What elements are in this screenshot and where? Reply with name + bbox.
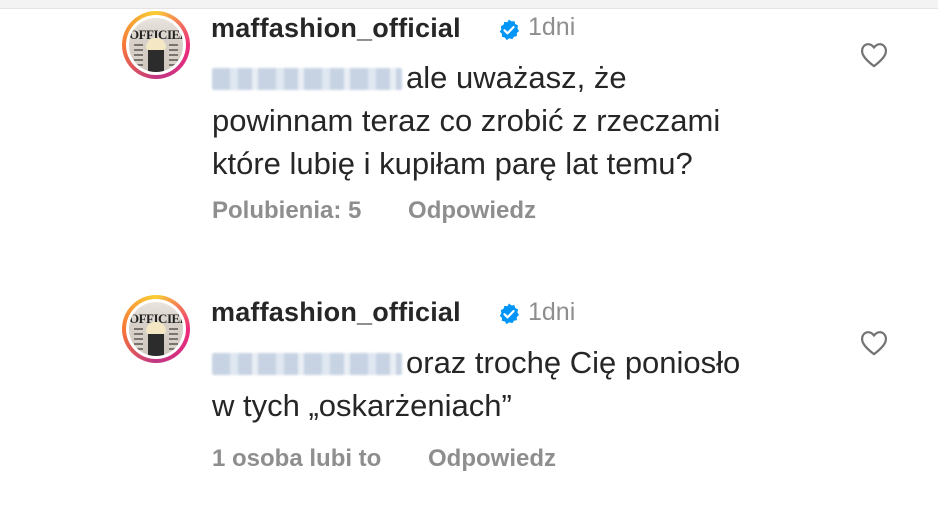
comment-text: ale uważasz, że powinnam teraz co zrobić…: [212, 60, 721, 181]
avatar-image: OFFICIEL: [129, 18, 183, 72]
likes-count[interactable]: 1 osoba lubi to: [212, 445, 381, 473]
comment-time[interactable]: 1dni: [528, 13, 575, 42]
reply-button[interactable]: Odpowiedz: [428, 445, 556, 473]
blurred-mention[interactable]: [212, 68, 402, 90]
comment: OFFICIEL maffashion_official 1dni ale uw…: [0, 0, 938, 258]
likes-count[interactable]: Polubienia: 5: [212, 197, 361, 225]
blurred-mention[interactable]: [212, 353, 402, 375]
comment-meta: Polubienia: 5 Odpowiedz: [212, 197, 536, 225]
heart-icon[interactable]: [860, 42, 888, 68]
reply-button[interactable]: Odpowiedz: [408, 197, 536, 225]
verified-badge-icon: [499, 303, 519, 325]
comment-username[interactable]: maffashion_official: [211, 13, 461, 44]
comment-time[interactable]: 1dni: [528, 298, 575, 327]
verified-badge-icon: [499, 19, 519, 41]
avatar[interactable]: OFFICIEL: [122, 295, 190, 363]
heart-icon[interactable]: [860, 330, 888, 356]
comment-text: oraz trochę Cię poniosło w tych „oskarże…: [212, 345, 741, 423]
avatar-image: OFFICIEL: [129, 302, 183, 356]
avatar[interactable]: OFFICIEL: [122, 11, 190, 79]
comment-username[interactable]: maffashion_official: [211, 297, 461, 328]
comment: OFFICIEL maffashion_official 1dni oraz t…: [0, 258, 938, 516]
comment-meta: 1 osoba lubi to Odpowiedz: [212, 445, 556, 473]
